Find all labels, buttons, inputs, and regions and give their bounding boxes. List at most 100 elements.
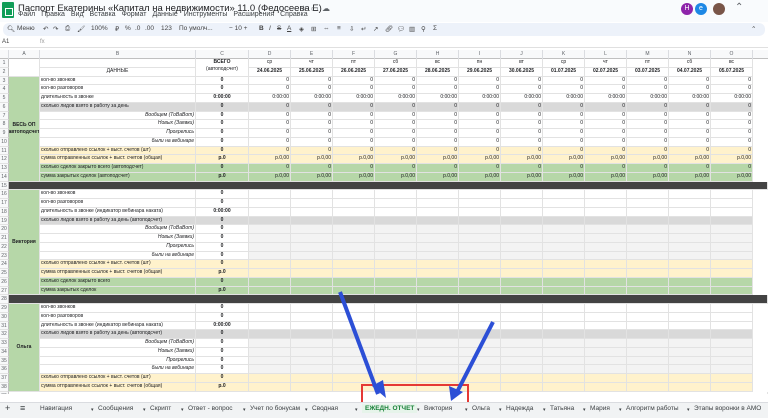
- data-cell[interactable]: [543, 260, 585, 269]
- data-cell[interactable]: 0: [627, 164, 669, 173]
- data-cell[interactable]: [333, 207, 375, 217]
- data-cell[interactable]: р.0,00: [459, 172, 501, 182]
- data-cell[interactable]: 0: [459, 164, 501, 173]
- data-cell[interactable]: [249, 251, 291, 261]
- data-cell[interactable]: [333, 304, 375, 313]
- data-cell[interactable]: [669, 286, 711, 296]
- data-cell[interactable]: 0: [333, 120, 375, 129]
- data-cell[interactable]: 0: [711, 146, 753, 156]
- data-cell[interactable]: [249, 286, 291, 296]
- data-cell[interactable]: [627, 199, 669, 208]
- tab-dropdown-icon[interactable]: ▾: [91, 407, 94, 413]
- data-cell[interactable]: 0: [543, 129, 585, 138]
- row-number[interactable]: 27: [0, 286, 9, 296]
- data-cell[interactable]: [333, 330, 375, 339]
- data-cell[interactable]: 0: [459, 85, 501, 94]
- data-cell[interactable]: 0: [375, 102, 417, 112]
- total-cell[interactable]: 0: [196, 260, 249, 269]
- data-cell[interactable]: 0: [249, 129, 291, 138]
- comment-icon[interactable]: 💬︎: [397, 25, 405, 33]
- data-cell[interactable]: 0:00:00: [375, 94, 417, 103]
- text-color-icon[interactable]: A: [287, 25, 291, 32]
- data-cell[interactable]: [543, 339, 585, 348]
- row-number[interactable]: 2: [0, 67, 9, 77]
- data-cell[interactable]: 0: [459, 102, 501, 112]
- data-cell[interactable]: [669, 330, 711, 339]
- data-cell[interactable]: [249, 356, 291, 366]
- data-cell[interactable]: [333, 199, 375, 208]
- data-cell[interactable]: [375, 216, 417, 226]
- data-cell[interactable]: 0: [291, 102, 333, 112]
- data-cell[interactable]: [501, 242, 543, 252]
- total-cell[interactable]: 0: [196, 304, 249, 313]
- data-cell[interactable]: [249, 347, 291, 357]
- data-cell[interactable]: 0: [711, 76, 753, 86]
- data-cell[interactable]: [375, 330, 417, 339]
- data-cell[interactable]: [585, 242, 627, 252]
- total-cell[interactable]: 0: [196, 164, 249, 173]
- column-header[interactable]: D: [249, 50, 291, 59]
- data-cell[interactable]: 0: [333, 85, 375, 94]
- menu-item[interactable]: Вставка: [90, 11, 116, 18]
- column-header[interactable]: E: [291, 50, 333, 59]
- data-cell[interactable]: [585, 207, 627, 217]
- data-cell[interactable]: [291, 190, 333, 199]
- data-cell[interactable]: 0: [627, 111, 669, 121]
- data-cell[interactable]: [627, 234, 669, 243]
- data-cell[interactable]: [627, 207, 669, 217]
- tab-dropdown-icon[interactable]: ▾: [143, 407, 146, 413]
- row-number[interactable]: 21: [0, 234, 9, 243]
- data-cell[interactable]: [711, 216, 753, 226]
- data-cell[interactable]: [627, 356, 669, 366]
- data-cell[interactable]: [585, 304, 627, 313]
- data-cell[interactable]: [375, 356, 417, 366]
- data-cell[interactable]: [627, 190, 669, 199]
- data-cell[interactable]: 0: [459, 76, 501, 86]
- total-cell[interactable]: 0: [196, 251, 249, 261]
- data-cell[interactable]: [459, 374, 501, 383]
- data-cell[interactable]: 0: [375, 146, 417, 156]
- data-cell[interactable]: [585, 312, 627, 322]
- data-cell[interactable]: [711, 277, 753, 287]
- data-cell[interactable]: [711, 190, 753, 199]
- data-cell[interactable]: [417, 216, 459, 226]
- data-cell[interactable]: 0: [669, 137, 711, 147]
- row-number[interactable]: 7: [0, 111, 9, 121]
- print-icon[interactable]: ⎙: [65, 25, 70, 33]
- total-cell[interactable]: 0: [196, 347, 249, 357]
- data-cell[interactable]: [585, 374, 627, 383]
- data-cell[interactable]: [417, 207, 459, 217]
- column-header[interactable]: J: [501, 50, 543, 59]
- total-cell[interactable]: 0: [196, 242, 249, 252]
- menu-item[interactable]: Расширения: [233, 11, 274, 18]
- cloud-status-icon[interactable]: ☁: [322, 4, 330, 13]
- data-cell[interactable]: [711, 242, 753, 252]
- tab-dropdown-icon[interactable]: ▾: [687, 407, 690, 413]
- data-cell[interactable]: [711, 339, 753, 348]
- data-cell[interactable]: [417, 277, 459, 287]
- data-cell[interactable]: 0: [669, 129, 711, 138]
- data-cell[interactable]: [459, 207, 501, 217]
- data-cell[interactable]: 0: [375, 76, 417, 86]
- sheet-tab[interactable]: Этапы воронки в АМО: [694, 405, 761, 412]
- data-cell[interactable]: р.0,00: [249, 155, 291, 164]
- data-cell[interactable]: [669, 365, 711, 374]
- data-cell[interactable]: [249, 304, 291, 313]
- data-cell[interactable]: 0: [459, 120, 501, 129]
- data-cell[interactable]: 0: [249, 137, 291, 147]
- data-cell[interactable]: [711, 330, 753, 339]
- sheet-tab[interactable]: Алгоритм работы: [626, 405, 679, 412]
- data-cell[interactable]: [291, 374, 333, 383]
- data-cell[interactable]: 0: [585, 111, 627, 121]
- increase-decimal-icon[interactable]: .00: [145, 25, 154, 32]
- data-cell[interactable]: [627, 339, 669, 348]
- data-cell[interactable]: [417, 347, 459, 357]
- data-cell[interactable]: [585, 269, 627, 278]
- row-number[interactable]: 18: [0, 207, 9, 217]
- data-cell[interactable]: [501, 347, 543, 357]
- data-cell[interactable]: [627, 216, 669, 226]
- sheet-tab[interactable]: Надежда: [506, 405, 533, 412]
- column-header[interactable]: I: [459, 50, 501, 59]
- data-cell[interactable]: [627, 330, 669, 339]
- data-cell[interactable]: [417, 242, 459, 252]
